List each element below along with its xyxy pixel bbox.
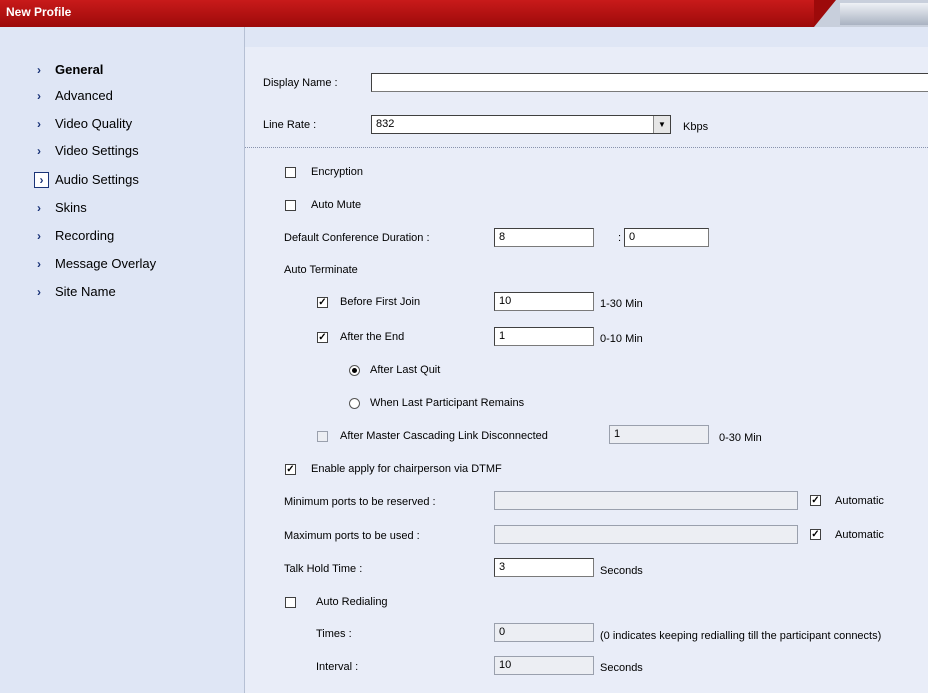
master-cascading-label: After Master Cascading Link Disconnected	[340, 430, 548, 442]
sidebar-item-advanced[interactable]: › Advanced	[34, 86, 234, 106]
max-ports-automatic-label: Automatic	[835, 529, 884, 541]
after-last-quit-label: After Last Quit	[370, 364, 441, 376]
sidebar-item-site-name[interactable]: › Site Name	[34, 282, 234, 302]
encryption-label: Encryption	[311, 166, 363, 178]
title-bar-edge	[840, 3, 928, 25]
max-ports-input[interactable]	[494, 525, 798, 544]
sidebar-item-label: Recording	[55, 228, 115, 243]
times-input[interactable]: 0	[494, 623, 594, 642]
interval-label: Interval :	[316, 661, 359, 673]
chevron-right-icon: ›	[37, 229, 41, 243]
sidebar-item-message-overlay[interactable]: › Message Overlay	[34, 254, 234, 274]
before-first-join-input[interactable]: 10	[494, 292, 594, 311]
sidebar-item-label: Video Quality	[55, 116, 133, 131]
interval-input[interactable]: 10	[494, 656, 594, 675]
auto-mute-checkbox[interactable]	[285, 200, 296, 211]
chairperson-dtmf-checkbox[interactable]: ✓	[285, 464, 296, 475]
master-cascading-range: 0-30 Min	[719, 432, 762, 444]
when-last-participant-label: When Last Participant Remains	[370, 397, 525, 409]
display-name-label: Display Name :	[263, 77, 338, 89]
after-the-end-range: 0-10 Min	[600, 333, 643, 345]
master-cascading-input[interactable]: 1	[609, 425, 709, 444]
line-rate-select[interactable]: 832 ▼	[371, 115, 671, 134]
sidebar-item-video-settings[interactable]: › Video Settings	[34, 141, 234, 161]
auto-redialing-label: Auto Redialing	[316, 596, 388, 608]
duration-label: Default Conference Duration :	[284, 232, 430, 244]
sidebar-item-video-quality[interactable]: › Video Quality	[34, 114, 234, 134]
duration-minutes-input[interactable]: 0	[624, 228, 709, 247]
sidebar-item-audio-settings[interactable]: › Audio Settings	[34, 170, 234, 190]
min-ports-automatic-label: Automatic	[835, 495, 884, 507]
talk-hold-unit: Seconds	[600, 565, 643, 577]
chevron-right-icon: ›	[37, 285, 41, 299]
min-ports-input[interactable]	[494, 491, 798, 510]
after-the-end-label: After the End	[340, 331, 405, 343]
before-first-join-label: Before First Join	[340, 296, 421, 308]
sidebar-item-label: Video Settings	[55, 143, 139, 158]
chevron-right-icon: ›	[37, 201, 41, 215]
before-first-join-checkbox[interactable]: ✓	[317, 297, 328, 308]
sidebar: › General › Advanced › Video Quality › V…	[0, 27, 245, 693]
sidebar-item-label: Advanced	[55, 88, 113, 103]
chevron-down-icon[interactable]: ▼	[653, 116, 670, 133]
sidebar-item-skins[interactable]: › Skins	[34, 198, 234, 218]
times-label: Times :	[316, 628, 352, 640]
section-divider	[245, 147, 928, 148]
sidebar-item-general[interactable]: › General	[34, 60, 234, 80]
talk-hold-input[interactable]: 3	[494, 558, 594, 577]
chevron-right-icon: ›	[37, 117, 41, 131]
encryption-checkbox[interactable]	[285, 167, 296, 178]
after-the-end-checkbox[interactable]: ✓	[317, 332, 328, 343]
sidebar-item-label: Skins	[55, 200, 87, 215]
line-rate-value: 832	[376, 118, 395, 130]
interval-unit: Seconds	[600, 662, 643, 674]
chevron-right-icon: ›	[34, 172, 49, 188]
chairperson-dtmf-label: Enable apply for chairperson via DTMF	[311, 463, 502, 475]
sidebar-item-label: Message Overlay	[55, 256, 157, 271]
sidebar-item-label: Site Name	[55, 284, 116, 299]
title-tab: New Profile	[0, 0, 836, 27]
chevron-right-icon: ›	[37, 63, 41, 77]
duration-hours-input[interactable]: 8	[494, 228, 594, 247]
min-ports-label: Minimum ports to be reserved :	[284, 496, 436, 508]
after-the-end-input[interactable]: 1	[494, 327, 594, 346]
sidebar-item-label: Audio Settings	[55, 172, 139, 187]
after-last-quit-radio[interactable]	[349, 365, 360, 376]
chevron-right-icon: ›	[37, 144, 41, 158]
chevron-right-icon: ›	[37, 89, 41, 103]
before-first-join-range: 1-30 Min	[600, 298, 643, 310]
auto-redialing-checkbox[interactable]	[285, 597, 296, 608]
min-ports-automatic-checkbox[interactable]: ✓	[810, 495, 821, 506]
max-ports-automatic-checkbox[interactable]: ✓	[810, 529, 821, 540]
line-rate-unit: Kbps	[683, 121, 709, 133]
auto-terminate-label: Auto Terminate	[284, 264, 358, 276]
title-bar: New Profile	[0, 0, 928, 27]
duration-separator: :	[618, 232, 622, 244]
chevron-right-icon: ›	[37, 257, 41, 271]
line-rate-label: Line Rate :	[263, 119, 317, 131]
talk-hold-label: Talk Hold Time :	[284, 563, 363, 575]
auto-mute-label: Auto Mute	[311, 199, 362, 211]
sidebar-item-label: General	[55, 62, 104, 77]
times-note: (0 indicates keeping redialling till the…	[600, 630, 882, 642]
master-cascading-checkbox[interactable]	[317, 431, 328, 442]
sidebar-item-recording[interactable]: › Recording	[34, 226, 234, 246]
display-name-input[interactable]	[371, 73, 928, 92]
window-title: New Profile	[6, 5, 72, 19]
when-last-participant-radio[interactable]	[349, 398, 360, 409]
max-ports-label: Maximum ports to be used :	[284, 530, 420, 542]
